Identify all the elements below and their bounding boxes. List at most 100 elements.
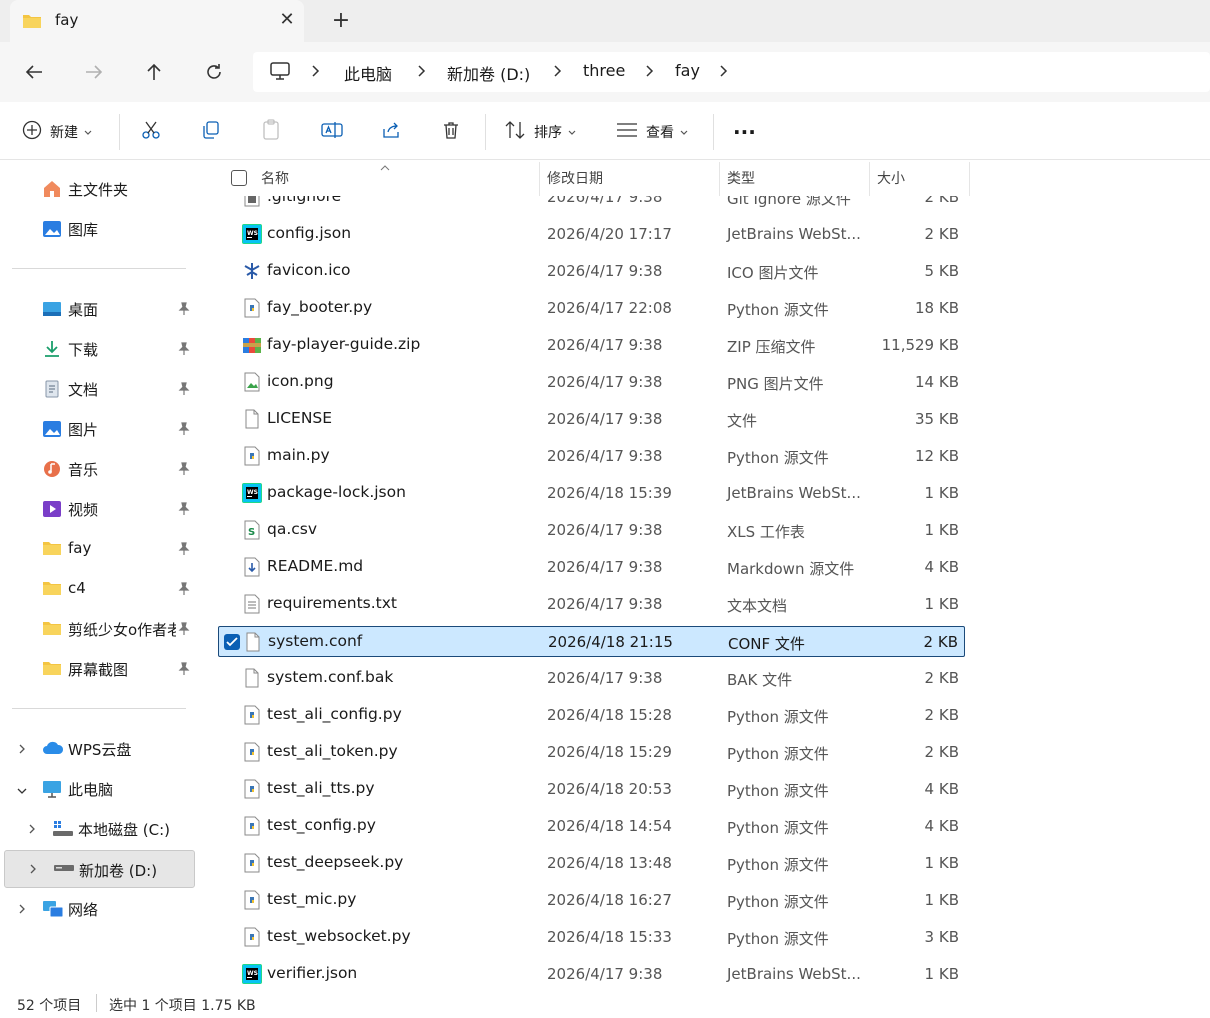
chevron-right-icon[interactable] [553, 64, 563, 82]
file-row[interactable]: main.py 2026/4/17 9:38 Python 源文件 12 KB [218, 441, 965, 472]
sidebar-item-wps[interactable]: WPS云盘 [0, 731, 200, 767]
sort-button[interactable]: 排序 [504, 118, 576, 146]
chevron-down-icon[interactable] [16, 783, 28, 799]
pin-icon[interactable] [178, 422, 190, 440]
breadcrumb-fay[interactable]: fay [675, 61, 700, 80]
forward-arrow-icon[interactable] [80, 58, 108, 86]
share-button[interactable] [381, 118, 401, 146]
address-bar[interactable]: 此电脑 新加卷 (D:) three fay [253, 52, 1210, 92]
pin-icon[interactable] [178, 662, 190, 680]
column-size[interactable]: 大小 [877, 168, 905, 188]
file-row[interactable]: system.conf.bak 2026/4/17 9:38 BAK 文件 2 KB [218, 663, 965, 694]
delete-button[interactable] [441, 118, 461, 146]
copy-button[interactable] [201, 118, 221, 146]
file-row[interactable]: WS config.json 2026/4/20 17:17 JetBrains We… [218, 219, 965, 250]
file-row[interactable]: test_mic.py 2026/4/18 16:27 Python 源文件 1 KB [218, 885, 965, 916]
file-type: Python 源文件 [727, 708, 829, 726]
sidebar-item-home[interactable]: 主文件夹 [0, 171, 200, 207]
file-row[interactable]: WS verifier.json 2026/4/17 9:38 JetBrains W… [218, 959, 965, 990]
row-checkbox[interactable] [224, 634, 240, 650]
chevron-right-icon[interactable] [311, 64, 321, 82]
refresh-icon[interactable] [200, 58, 228, 86]
sidebar-item-videos[interactable]: 视频 [0, 491, 200, 527]
file-row[interactable]: requirements.txt 2026/4/17 9:38 文本文档 1 KB [218, 589, 965, 620]
sidebar-item-downloads[interactable]: 下载 [0, 331, 200, 367]
file-row[interactable]: test_ali_tts.py 2026/4/18 20:53 Python 源文件… [218, 774, 965, 805]
file-rows: .gitignore 2026/4/17 9:38 Git Ignore 源文件 2 … [200, 196, 1210, 990]
chevron-right-icon[interactable] [29, 863, 37, 879]
sidebar-item-drive-c[interactable]: 本地磁盘 (C:) [0, 811, 200, 847]
file-row[interactable]: test_websocket.py 2026/4/18 15:33 Python 源… [218, 922, 965, 953]
file-row[interactable]: test_config.py 2026/4/18 14:54 Python 源文件 4… [218, 811, 965, 842]
view-label: 查看 [646, 125, 674, 141]
file-row[interactable]: fay-player-guide.zip 2026/4/17 9:38 ZIP 压缩… [218, 330, 965, 361]
sidebar-item-screenshots[interactable]: 屏幕截图 [0, 651, 200, 687]
rename-button[interactable] [321, 118, 343, 146]
chevron-right-icon[interactable] [645, 64, 655, 82]
pin-icon[interactable] [178, 542, 190, 560]
sort-label: 排序 [534, 125, 562, 141]
file-row[interactable]: icon.png 2026/4/17 9:38 PNG 图片文件 14 KB [218, 367, 965, 398]
file-row[interactable]: LICENSE 2026/4/17 9:38 文件 35 KB [218, 404, 965, 435]
pin-icon[interactable] [178, 622, 190, 640]
chevron-right-icon[interactable] [417, 64, 427, 82]
file-row[interactable]: .gitignore 2026/4/17 9:38 Git Ignore 源文件 2 … [218, 196, 965, 213]
sidebar-item-music[interactable]: 音乐 [0, 451, 200, 487]
back-arrow-icon[interactable] [20, 58, 48, 86]
file-date: 2026/4/17 9:38 [547, 965, 663, 983]
video-icon [42, 500, 62, 518]
column-name[interactable]: 名称 [261, 168, 289, 188]
sidebar-item-label: c4 [68, 579, 86, 597]
sidebar-item-pictures[interactable]: 图片 [0, 411, 200, 447]
file-row[interactable]: README.md 2026/4/17 9:38 Markdown 源文件 4 KB [218, 552, 965, 583]
sidebar-item-documents[interactable]: 文档 [0, 371, 200, 407]
more-options-button[interactable]: ··· [733, 118, 756, 146]
select-all-checkbox[interactable] [231, 170, 247, 186]
sidebar-item-label: 文档 [68, 381, 99, 399]
breadcrumb-this-pc[interactable]: 此电脑 [344, 61, 392, 85]
close-tab-icon[interactable]: ✕ [275, 8, 299, 32]
sidebar-item-fay[interactable]: fay [0, 531, 200, 567]
sidebar-item-papercut[interactable]: 剪纸少女o作者老 [0, 611, 200, 647]
pin-icon[interactable] [178, 462, 190, 480]
sidebar-item-gallery[interactable]: 图库 [0, 211, 200, 247]
file-row[interactable]: system.conf 2026/4/18 21:15 CONF 文件 2 KB [218, 626, 965, 657]
chevron-right-icon[interactable] [18, 903, 26, 919]
file-row[interactable]: favicon.ico 2026/4/17 9:38 ICO 图片文件 5 KB [218, 256, 965, 287]
chevron-right-icon[interactable] [719, 64, 729, 82]
pin-icon[interactable] [178, 302, 190, 320]
file-row[interactable]: test_ali_config.py 2026/4/18 15:28 Python … [218, 700, 965, 731]
sidebar-item-c4[interactable]: c4 [0, 571, 200, 607]
column-type[interactable]: 类型 [727, 168, 755, 188]
file-list: 名称 修改日期 类型 大小 .gitignore 2026/4/17 9:38 Gi… [200, 160, 1210, 990]
new-button[interactable]: 新建 [22, 118, 92, 146]
sidebar-item-desktop[interactable]: 桌面 [0, 291, 200, 327]
breadcrumb-three[interactable]: three [583, 61, 625, 80]
view-list-icon [616, 122, 638, 142]
sidebar-item-this-pc[interactable]: 此电脑 [0, 771, 200, 807]
file-type: JetBrains WebSt... [727, 225, 861, 243]
file-row[interactable]: fay_booter.py 2026/4/17 22:08 Python 源文件 18… [218, 293, 965, 324]
file-row[interactable]: Sqa.csv 2026/4/17 9:38 XLS 工作表 1 KB [218, 515, 965, 546]
sidebar-item-drive-d[interactable]: 新加卷 (D:) [4, 850, 195, 888]
pin-icon[interactable] [178, 342, 190, 360]
column-date[interactable]: 修改日期 [547, 168, 603, 188]
pin-icon[interactable] [178, 382, 190, 400]
chevron-right-icon[interactable] [18, 743, 26, 759]
ico-icon [242, 261, 262, 281]
file-row[interactable]: WS package-lock.json 2026/4/18 15:39 JetBra… [218, 478, 965, 509]
up-arrow-icon[interactable] [140, 58, 168, 86]
sidebar-item-network[interactable]: 网络 [0, 891, 200, 927]
chevron-right-icon[interactable] [28, 823, 36, 839]
pin-icon[interactable] [178, 582, 190, 600]
breadcrumb-drive-d[interactable]: 新加卷 (D:) [447, 61, 530, 85]
file-row[interactable]: test_deepseek.py 2026/4/18 13:48 Python 源文… [218, 848, 965, 879]
file-row[interactable]: test_ali_token.py 2026/4/18 15:29 Python 源… [218, 737, 965, 768]
cut-button[interactable] [141, 118, 161, 146]
tab-fay[interactable]: fay ✕ [10, 0, 304, 42]
new-tab-button[interactable]: + [328, 8, 354, 34]
paste-button[interactable] [261, 118, 281, 146]
pin-icon[interactable] [178, 502, 190, 520]
view-button[interactable]: 查看 [616, 118, 688, 146]
sidebar-item-label: 剪纸少女o作者老 [68, 621, 176, 639]
